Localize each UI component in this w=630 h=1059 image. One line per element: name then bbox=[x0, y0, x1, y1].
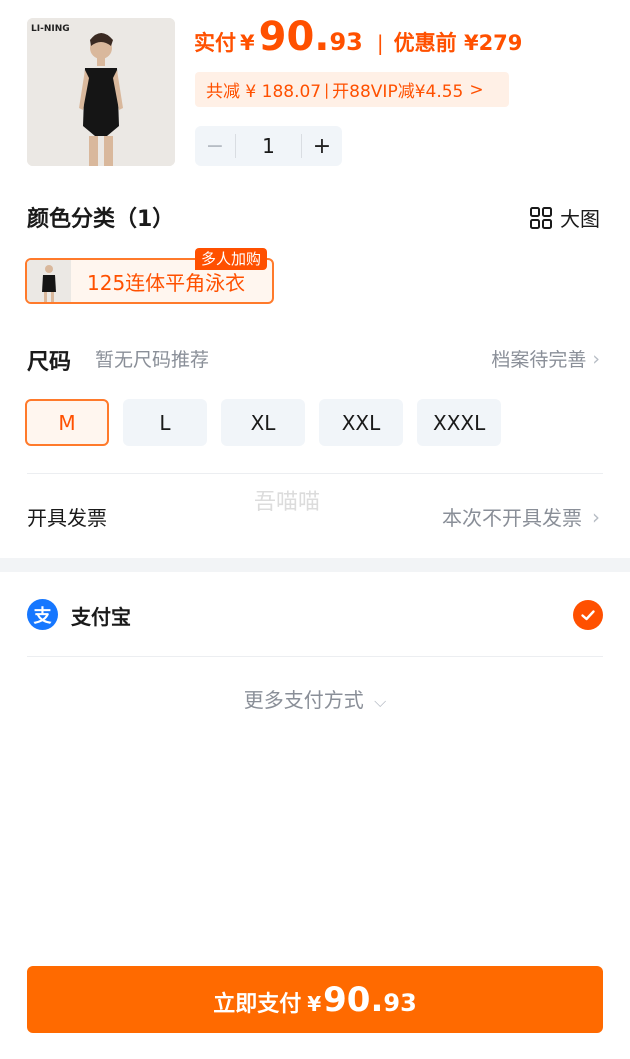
invoice-option[interactable]: 本次不开具发票 › bbox=[442, 502, 600, 531]
more-payment-methods[interactable]: 更多支付方式 ⌵ bbox=[0, 684, 630, 713]
decrease-button[interactable]: − bbox=[195, 134, 235, 159]
divider bbox=[27, 656, 603, 657]
checkout-sheet: LI-NING 实付 ¥ 90. 93 | 优惠前 ¥279 共减 ¥ 188.… bbox=[0, 0, 630, 1059]
size-section-title: 尺码 bbox=[27, 350, 72, 375]
selected-check-icon[interactable] bbox=[573, 600, 603, 630]
invoice-label: 开具发票 bbox=[27, 506, 107, 530]
divider bbox=[27, 473, 603, 474]
pay-button-price-integer: 90. bbox=[323, 980, 384, 1020]
grid-icon bbox=[530, 206, 552, 229]
view-large-image-button[interactable]: 大图 bbox=[530, 203, 600, 232]
size-option-xxxl[interactable]: XXXL bbox=[417, 399, 502, 446]
view-large-label: 大图 bbox=[560, 207, 600, 231]
swimsuit-model-illustration bbox=[27, 18, 175, 166]
discount-separator: | bbox=[324, 80, 330, 99]
pay-button-currency: ¥ bbox=[307, 992, 322, 1016]
payment-method-label[interactable]: 支付宝 bbox=[71, 601, 131, 630]
size-option-xl[interactable]: XL bbox=[221, 399, 305, 446]
color-option-thumbnail bbox=[27, 260, 71, 302]
checkmark-icon bbox=[581, 610, 595, 621]
chevron-down-icon: ⌵ bbox=[374, 692, 387, 711]
brand-logo: LI-NING bbox=[31, 24, 70, 34]
popular-badge: 多人加购 bbox=[195, 248, 268, 270]
price-decimal: 93 bbox=[329, 28, 363, 56]
size-profile-link[interactable]: 档案待完善 › bbox=[491, 345, 600, 372]
price-label: 实付 bbox=[194, 31, 236, 55]
pay-now-button[interactable]: 立即支付 ¥ 90. 93 bbox=[27, 966, 603, 1033]
color-section-title: 颜色分类（1） bbox=[27, 207, 175, 232]
size-profile-label: 档案待完善 bbox=[491, 349, 587, 371]
original-price: 优惠前 ¥279 bbox=[393, 31, 523, 55]
discount-total: 共减 ¥ 188.07 bbox=[206, 82, 322, 102]
more-payment-label: 更多支付方式 bbox=[243, 688, 364, 712]
invoice-value: 本次不开具发票 bbox=[442, 506, 582, 530]
chevron-right-icon: > bbox=[469, 79, 484, 100]
chevron-right-icon: › bbox=[592, 504, 600, 529]
size-option-m[interactable]: M bbox=[25, 399, 109, 446]
quantity-stepper: − 1 + bbox=[195, 126, 342, 166]
increase-button[interactable]: + bbox=[302, 134, 342, 159]
discount-vip: 开88VIP减¥4.55 bbox=[332, 82, 464, 102]
watermark-text: 吾喵喵 bbox=[254, 490, 321, 515]
price-separator: | bbox=[376, 31, 384, 55]
swimsuit-thumbnail-illustration bbox=[27, 260, 71, 302]
pay-button-label: 立即支付 bbox=[213, 992, 302, 1017]
alipay-icon: 支 bbox=[27, 599, 58, 630]
size-option-xxl[interactable]: XXL bbox=[319, 399, 403, 446]
size-options: M L XL XXL XXXL bbox=[25, 399, 515, 446]
price-currency: ¥ bbox=[240, 31, 255, 55]
price-line: 实付 ¥ 90. 93 | 优惠前 ¥279 bbox=[194, 14, 522, 70]
size-option-l[interactable]: L bbox=[123, 399, 207, 446]
chevron-right-icon: › bbox=[592, 347, 600, 370]
pay-button-price-decimal: 93 bbox=[383, 989, 417, 1017]
price-integer: 90. bbox=[258, 14, 330, 60]
section-separator bbox=[0, 558, 630, 572]
product-image[interactable]: LI-NING bbox=[27, 18, 175, 166]
size-recommendation-hint: 暂无尺码推荐 bbox=[95, 349, 210, 371]
discount-detail-chip[interactable]: 共减 ¥ 188.07 | 开88VIP减¥4.55 > bbox=[195, 72, 509, 107]
color-option-name: 125连体平角泳衣 bbox=[87, 270, 246, 295]
quantity-value[interactable]: 1 bbox=[235, 134, 302, 158]
